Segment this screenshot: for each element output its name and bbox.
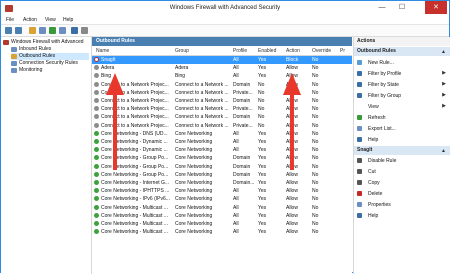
tree-item-label: Inbound Rules <box>19 46 52 52</box>
minimize-button[interactable]: — <box>373 1 391 14</box>
help-icon <box>357 137 362 142</box>
disable-rule-icon <box>357 158 362 163</box>
properties-icon <box>357 202 362 207</box>
filter-by-profile-icon <box>357 71 362 76</box>
firewall-icon <box>3 40 9 45</box>
folder-icon[interactable] <box>29 27 36 34</box>
action-help[interactable]: Help <box>354 211 450 220</box>
filter-by-state-icon <box>357 82 362 87</box>
action-export-list[interactable]: Export List... <box>354 124 450 133</box>
menu-help[interactable]: Help <box>63 17 73 23</box>
rules-icon <box>11 54 17 59</box>
action-new-rule[interactable]: New Rule... <box>354 58 450 67</box>
action-label: Filter by Group <box>368 93 402 99</box>
delete-icon <box>357 191 362 196</box>
monitor-icon <box>11 68 17 73</box>
tree-item-outbound-rules[interactable]: Outbound Rules <box>11 53 89 60</box>
collapse-icon[interactable]: ▲ <box>441 48 446 57</box>
action-help[interactable]: Help <box>354 135 450 144</box>
security-icon <box>11 61 17 66</box>
tree-item-label: Outbound Rules <box>19 53 56 59</box>
action-cut[interactable]: Cut <box>354 167 450 176</box>
new-rule-icon <box>357 60 362 65</box>
submenu-arrow-icon: ▶ <box>442 92 446 98</box>
menu-file[interactable]: File <box>6 17 14 23</box>
menu-bar: File Action View Help <box>1 16 449 25</box>
action-label: Export List... <box>368 126 396 132</box>
action-label: Help <box>368 213 379 219</box>
action-properties[interactable]: Properties <box>354 200 450 209</box>
section-label: Outbound Rules <box>357 48 396 54</box>
properties-icon[interactable] <box>81 27 88 34</box>
action-filter-by-group[interactable]: Filter by Group ▶ <box>354 91 450 100</box>
action-label: View <box>368 104 379 110</box>
firewall-window: Windows Firewall with Advanced Security … <box>0 0 450 274</box>
maximize-button[interactable]: ☐ <box>393 1 411 14</box>
annotation-arrow-right <box>283 73 301 170</box>
export-icon[interactable] <box>59 27 66 34</box>
action-label: Refresh <box>368 115 386 121</box>
back-icon[interactable] <box>5 27 12 34</box>
action-disable-rule[interactable]: Disable Rule <box>354 156 450 165</box>
refresh-icon <box>357 115 362 120</box>
action-filter-by-state[interactable]: Filter by State ▶ <box>354 80 450 89</box>
action-delete[interactable]: Delete <box>354 189 450 198</box>
show-hide-tree-icon[interactable] <box>39 27 46 34</box>
refresh-icon[interactable] <box>49 27 56 34</box>
annotation-arrows <box>106 73 301 170</box>
help-icon <box>357 213 362 218</box>
close-button[interactable]: ✕ <box>425 1 447 14</box>
help-icon[interactable] <box>71 27 78 34</box>
filter-by-group-icon <box>357 93 362 98</box>
action-label: Cut <box>368 169 376 175</box>
menu-action[interactable]: Action <box>23 17 37 23</box>
actions-section-outbound-rules: Outbound Rules ▲ <box>354 47 450 56</box>
actions-pane: Actions Outbound Rules ▲ New Rule... Filt… <box>353 37 450 274</box>
action-copy[interactable]: Copy <box>354 178 450 187</box>
view-icon <box>357 104 362 109</box>
forward-icon[interactable] <box>15 27 22 34</box>
action-view[interactable]: View ▶ <box>354 102 450 111</box>
actions-header: Actions <box>354 37 450 46</box>
action-label: New Rule... <box>368 60 394 66</box>
submenu-arrow-icon: ▶ <box>442 103 446 109</box>
collapse-icon[interactable]: ▲ <box>441 147 446 156</box>
submenu-arrow-icon: ▶ <box>442 81 446 87</box>
action-label: Copy <box>368 180 380 186</box>
action-label: Filter by State <box>368 82 399 88</box>
action-label: Properties <box>368 202 391 208</box>
action-refresh[interactable]: Refresh <box>354 113 450 122</box>
action-label: Disable Rule <box>368 158 397 164</box>
export-list-icon <box>357 126 362 131</box>
rules-icon <box>11 47 17 52</box>
action-filter-by-profile[interactable]: Filter by Profile ▶ <box>354 69 450 78</box>
tree-item-label: Connection Security Rules <box>19 60 78 66</box>
action-label: Help <box>368 137 379 143</box>
tree-item-label: Windows Firewall with Advanced <box>11 39 84 45</box>
menu-view[interactable]: View <box>45 17 56 23</box>
title-bar: Windows Firewall with Advanced Security … <box>1 1 449 16</box>
rules-pane: Outbound Rules Name Group Profile Enable… <box>92 37 352 274</box>
annotation-arrow-left <box>106 73 124 170</box>
tree-item-label: Monitoring <box>19 67 43 73</box>
cut-icon <box>357 169 362 174</box>
section-label: SnagIt <box>357 147 373 153</box>
submenu-arrow-icon: ▶ <box>442 70 446 76</box>
navigation-tree: Windows Firewall with Advanced Inbound R… <box>1 37 92 274</box>
actions-section-snagit: SnagIt ▲ <box>354 146 450 155</box>
action-label: Filter by Profile <box>368 71 402 77</box>
action-label: Delete <box>368 191 383 197</box>
copy-icon <box>357 180 362 185</box>
toolbar <box>1 25 449 37</box>
